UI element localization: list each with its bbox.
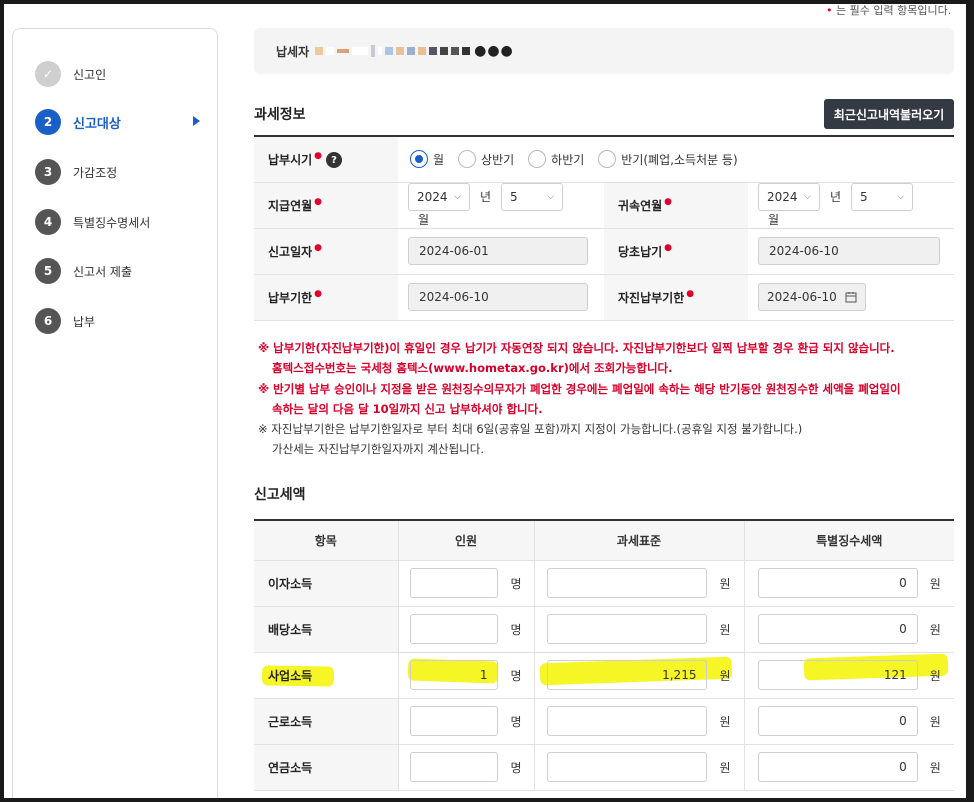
masked-name-mosaic — [315, 45, 471, 57]
step-sidebar: ✓ 신고인 2 신고대상 3 가감조정 4 특별징수명세서 5 신고서 제출 6… — [12, 28, 218, 798]
col-base: 과세표준 — [533, 520, 744, 561]
help-icon[interactable]: ? — [326, 152, 343, 168]
col-tax: 특별징수세액 — [743, 520, 954, 561]
required-dot-icon: • — [826, 4, 836, 17]
step-statement[interactable]: 4 특별징수명세서 — [35, 209, 150, 235]
chevron-down-icon: ⌵ — [454, 191, 461, 202]
amount-table: 항목 인원 과세표준 특별징수세액 이자소득 명 원 0원 배당소득 명 원 0… — [254, 519, 954, 791]
step-number: 2 — [35, 109, 61, 135]
base-input[interactable] — [547, 568, 708, 598]
base-input[interactable] — [547, 706, 708, 736]
table-row: 이자소득 명 원 0원 — [254, 560, 954, 607]
step-label: 가감조정 — [73, 165, 118, 180]
step-submit[interactable]: 5 신고서 제출 — [35, 258, 132, 284]
step-adjust[interactable]: 3 가감조정 — [35, 159, 117, 185]
step-label: 신고서 제출 — [73, 264, 133, 279]
step-number: 5 — [35, 258, 61, 284]
pay-period-label: 납부시기 ●? — [254, 136, 398, 183]
col-item: 항목 — [254, 520, 398, 561]
persons-input[interactable] — [410, 752, 499, 782]
persons-input[interactable]: 1 — [410, 660, 499, 690]
step-label: 신고대상 — [73, 116, 121, 132]
persons-input[interactable] — [410, 568, 499, 598]
calendar-icon[interactable] — [845, 291, 857, 303]
masked-name-dots: ●●● — [474, 43, 514, 59]
step-target[interactable]: 2 신고대상 — [35, 109, 121, 135]
table-row: 배당소득 명 원 0원 — [254, 606, 954, 653]
tax-input[interactable]: 0 — [757, 752, 918, 782]
belong-month-select[interactable]: 5 ⌵ — [851, 182, 914, 211]
amount-title: 신고세액 — [254, 487, 306, 503]
persons-input[interactable] — [410, 614, 499, 644]
step-label: 납부 — [73, 314, 96, 329]
step-label: 특별징수명세서 — [73, 215, 151, 230]
col-persons: 인원 — [397, 520, 534, 561]
belong-year-select[interactable]: 2024 ⌵ — [758, 182, 820, 211]
step-label: 신고인 — [73, 67, 107, 82]
recall-recent-button[interactable]: 최근신고내역불러오기 — [824, 99, 954, 129]
tax-info-title: 과세정보 — [254, 107, 306, 123]
step-number: 4 — [35, 209, 61, 235]
tax-input[interactable]: 0 — [757, 614, 918, 644]
base-input[interactable] — [547, 752, 708, 782]
self-due-label: 자진납부기한 ● — [604, 274, 748, 321]
table-row: 사업소득 1명 1,215 원 121 원 — [254, 652, 954, 699]
base-input[interactable]: 1,215 — [547, 660, 708, 690]
pay-period-radios: 월 상반기 하반기 반기(폐업,소득처분 등) — [410, 150, 944, 169]
step-number: 3 — [35, 159, 61, 185]
orig-due-field: 2024-06-10 — [758, 237, 940, 265]
persons-input[interactable] — [410, 706, 499, 736]
notice-text: ※ 납부기한(자진납부기한)이 휴일인 경우 납기가 자동연장 되지 않습니다.… — [258, 341, 901, 457]
required-note: • 는 필수 입력 항목입니다. — [826, 4, 952, 17]
pay-year-select[interactable]: 2024 ⌵ — [408, 182, 470, 211]
chevron-down-icon: ⌵ — [547, 191, 555, 202]
radio-monthly[interactable]: 월 — [410, 150, 444, 169]
radio-first-half[interactable]: 상반기 — [458, 150, 514, 169]
step-reporter[interactable]: ✓ 신고인 — [35, 61, 106, 87]
belong-month-label: 귀속연월 ● — [604, 182, 748, 229]
report-date-field: 2024-06-01 — [408, 237, 588, 265]
tax-info-table: 납부시기 ●? 월 상반기 하반기 반기(폐업,소득처분 등) 지급연월 ● 202… — [254, 135, 954, 321]
step-number: 6 — [35, 308, 61, 334]
taxpayer-label: 납세자 — [276, 44, 310, 59]
table-row: 연금소득 명 원 0원 — [254, 744, 954, 791]
active-arrow-icon — [193, 116, 200, 126]
due-field: 2024-06-10 — [408, 283, 588, 311]
app-frame: ✓ 신고인 2 신고대상 3 가감조정 4 특별징수명세서 5 신고서 제출 6… — [4, 4, 966, 798]
taxpayer-box: 납세자 ●●● — [254, 28, 954, 74]
tax-input[interactable]: 0 — [757, 568, 918, 598]
radio-half-closure[interactable]: 반기(폐업,소득처분 등) — [598, 150, 738, 169]
report-date-label: 신고일자 ● — [254, 228, 398, 275]
table-row: 근로소득 명 원 0원 — [254, 698, 954, 745]
radio-second-half[interactable]: 하반기 — [528, 150, 584, 169]
self-due-datepicker[interactable]: 2024-06-10 — [758, 283, 866, 311]
check-icon: ✓ — [35, 61, 61, 87]
tax-input[interactable]: 0 — [757, 706, 918, 736]
pay-month-label: 지급연월 ● — [254, 182, 398, 229]
step-payment[interactable]: 6 납부 — [35, 308, 95, 334]
base-input[interactable] — [547, 614, 708, 644]
tax-input[interactable]: 121 — [757, 660, 918, 690]
chevron-down-icon: ⌵ — [897, 191, 905, 202]
chevron-down-icon: ⌵ — [804, 191, 811, 202]
due-label: 납부기한 ● — [254, 274, 398, 321]
orig-due-label: 당초납기 ● — [604, 228, 748, 275]
pay-month-select[interactable]: 5 ⌵ — [501, 182, 564, 211]
